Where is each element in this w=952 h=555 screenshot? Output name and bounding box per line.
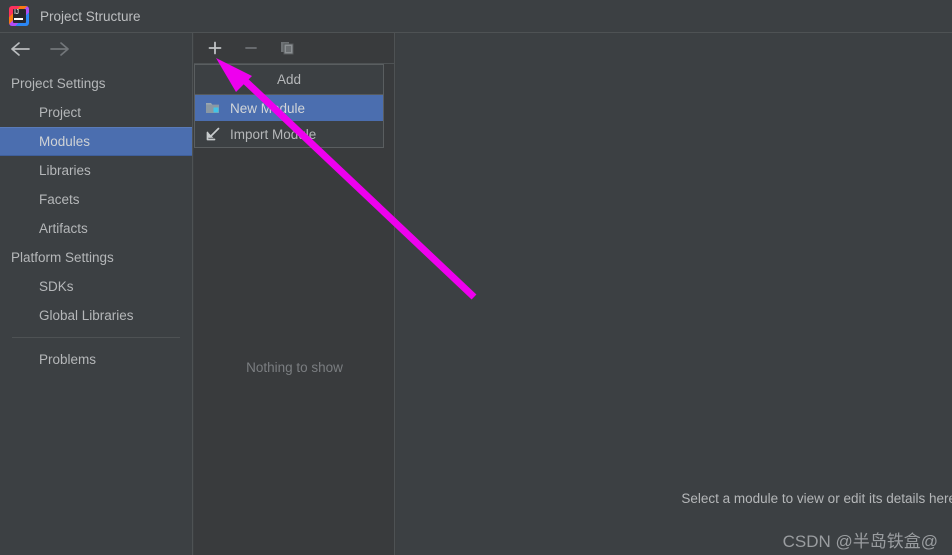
- sidebar-item-artifacts[interactable]: Artifacts: [0, 214, 192, 243]
- add-popup-menu: Add New Module Import Module: [194, 64, 384, 148]
- sidebar-item-libraries[interactable]: Libraries: [0, 156, 192, 185]
- arrow-right-icon: [50, 41, 69, 56]
- sidebar-divider: [12, 337, 180, 338]
- back-button[interactable]: [8, 38, 32, 60]
- copy-button[interactable]: [276, 37, 298, 59]
- minus-icon: [245, 47, 257, 49]
- menu-item-label: Import Module: [230, 126, 317, 142]
- logo-text: IJ: [14, 9, 19, 16]
- forward-button[interactable]: [48, 38, 72, 60]
- sidebar-item-facets[interactable]: Facets: [0, 185, 192, 214]
- menu-item-import-module[interactable]: Import Module: [195, 121, 383, 147]
- watermark-label: CSDN @半岛铁盒@: [782, 532, 938, 551]
- sidebar-item-modules[interactable]: Modules: [0, 127, 192, 156]
- modules-toolbar: [194, 33, 394, 64]
- sidebar-item-problems[interactable]: Problems: [0, 345, 192, 374]
- sidebar-item-sdks[interactable]: SDKs: [0, 272, 192, 301]
- add-button[interactable]: [204, 37, 226, 59]
- plus-icon: [208, 41, 222, 55]
- sidebar-item-global-libraries[interactable]: Global Libraries: [0, 301, 192, 330]
- arrow-left-icon: [11, 41, 30, 56]
- popup-header-label: Add: [195, 65, 383, 95]
- remove-button[interactable]: [240, 37, 262, 59]
- project-structure-window: IJ Project Structure Project Settings Pr…: [0, 0, 952, 555]
- sidebar-group-project-settings: Project Settings: [11, 76, 106, 91]
- import-arrow-icon: [204, 126, 221, 143]
- details-hint: Select a module to view or edit its deta…: [681, 491, 952, 506]
- window-title: Project Structure: [40, 8, 141, 24]
- intellij-idea-logo-icon: IJ: [9, 6, 29, 26]
- navigation-bar: [0, 33, 192, 64]
- titlebar: IJ Project Structure: [0, 0, 952, 33]
- menu-item-label: New Module: [230, 100, 306, 116]
- details-panel: Select a module to view or edit its deta…: [396, 33, 952, 555]
- sidebar-list: Project Settings Project Modules Librari…: [0, 64, 192, 374]
- empty-state-label: Nothing to show: [246, 360, 343, 375]
- copy-icon: [281, 42, 294, 55]
- settings-sidebar: Project Settings Project Modules Librari…: [0, 33, 193, 555]
- sidebar-item-project[interactable]: Project: [0, 98, 192, 127]
- folder-icon: [204, 100, 221, 117]
- menu-item-new-module[interactable]: New Module: [195, 95, 383, 121]
- sidebar-group-platform-settings: Platform Settings: [11, 250, 114, 265]
